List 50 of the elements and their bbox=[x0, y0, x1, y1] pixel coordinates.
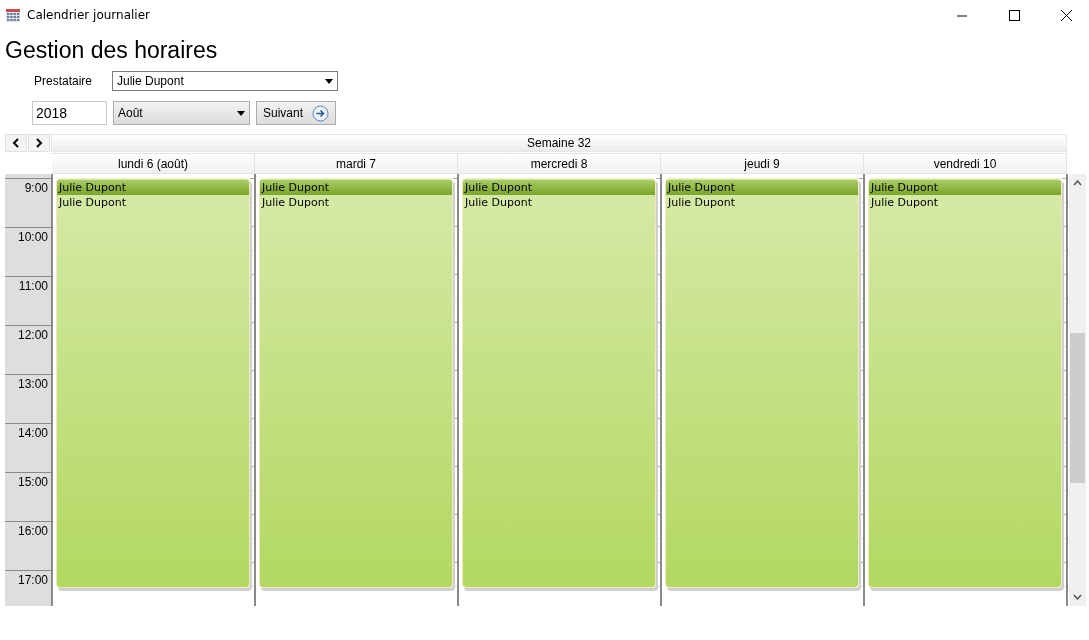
event-title: Julie Dupont bbox=[57, 180, 249, 195]
provider-dropdown[interactable]: Julie Dupont bbox=[112, 71, 338, 91]
day-header: mercredi 8 bbox=[458, 153, 661, 174]
event-subtitle: Julie Dupont bbox=[666, 195, 737, 210]
hour-label: 11:00 bbox=[18, 279, 48, 293]
event-block[interactable]: Julie Dupont Julie Dupont bbox=[868, 178, 1062, 588]
event-subtitle: Julie Dupont bbox=[260, 195, 331, 210]
event-block[interactable]: Julie Dupont Julie Dupont bbox=[56, 178, 250, 588]
previous-week-button[interactable] bbox=[5, 134, 27, 152]
day-header: lundi 6 (août) bbox=[52, 153, 255, 174]
chevron-left-icon bbox=[12, 138, 20, 148]
event-block[interactable]: Julie Dupont Julie Dupont bbox=[462, 178, 656, 588]
hour-label: 14:00 bbox=[17, 426, 48, 440]
week-title: Semaine 32 bbox=[51, 134, 1067, 152]
hour-label: 17:00 bbox=[17, 573, 48, 587]
page-heading: Gestion des horaires bbox=[5, 36, 218, 64]
day-header: mardi 7 bbox=[255, 153, 458, 174]
day-header: jeudi 9 bbox=[661, 153, 864, 174]
event-subtitle: Julie Dupont bbox=[869, 195, 940, 210]
provider-label: Prestataire bbox=[34, 74, 94, 88]
hour-label: 9:00 bbox=[24, 181, 48, 195]
maximize-icon bbox=[1008, 9, 1020, 21]
window-title: Calendrier journalier bbox=[27, 8, 152, 22]
scroll-down-icon bbox=[1073, 594, 1082, 600]
next-button[interactable]: Suivant bbox=[256, 101, 336, 125]
event-title: Julie Dupont bbox=[463, 180, 655, 195]
hour-label: 12:00 bbox=[17, 328, 48, 342]
month-dropdown[interactable]: Août bbox=[113, 101, 250, 125]
hour-label: 16:00 bbox=[17, 524, 48, 538]
close-icon bbox=[1060, 9, 1072, 21]
event-subtitle: Julie Dupont bbox=[57, 195, 128, 210]
caret-icon bbox=[325, 78, 333, 84]
scrollbar[interactable] bbox=[1069, 174, 1086, 606]
event-block[interactable]: Julie Dupont Julie Dupont bbox=[665, 178, 859, 588]
scroll-thumb[interactable] bbox=[1070, 333, 1085, 483]
scroll-up-icon bbox=[1073, 180, 1082, 186]
day-header: vendredi 10 bbox=[864, 153, 1067, 174]
event-block[interactable]: Julie Dupont Julie Dupont bbox=[259, 178, 453, 588]
hour-label: 15:00 bbox=[17, 475, 48, 489]
event-title: Julie Dupont bbox=[869, 180, 1061, 195]
chevron-right-icon bbox=[35, 138, 43, 148]
calendar-icon bbox=[5, 7, 21, 23]
caret-icon bbox=[237, 110, 245, 116]
event-title: Julie Dupont bbox=[666, 180, 858, 195]
event-title: Julie Dupont bbox=[260, 180, 452, 195]
event-subtitle: Julie Dupont bbox=[463, 195, 534, 210]
next-week-button[interactable] bbox=[28, 134, 50, 152]
year-field[interactable]: 2018 bbox=[32, 101, 107, 125]
hour-label: 13:00 bbox=[17, 377, 48, 391]
hour-label: 10:00 bbox=[17, 230, 48, 244]
